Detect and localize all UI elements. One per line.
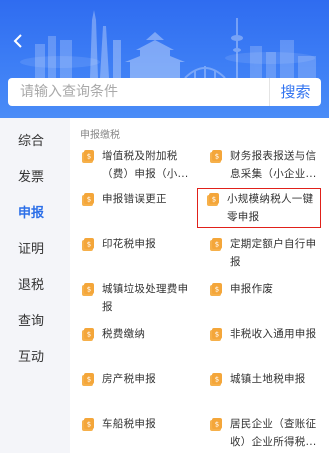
svg-text:$: $ bbox=[215, 241, 219, 249]
svg-text:$: $ bbox=[215, 153, 219, 161]
search-button[interactable]: 搜索 bbox=[269, 78, 321, 106]
service-vat-declaration[interactable]: $ 增值税及附加税（费）申报（小... bbox=[73, 146, 197, 186]
service-label: 定期定额户自行申报 bbox=[230, 238, 317, 268]
sidebar-item-declaration[interactable]: 申报 bbox=[0, 196, 60, 232]
tax-doc-icon: $ bbox=[82, 418, 94, 431]
service-financial-report[interactable]: $ 财务报表报送与信息采集（小企业... bbox=[201, 146, 325, 186]
service-label: 税费缴纳 bbox=[102, 328, 146, 340]
tax-doc-icon: $ bbox=[210, 150, 222, 163]
service-vehicle-tax[interactable]: $ 车船税申报 bbox=[73, 414, 197, 453]
service-void-declaration[interactable]: $ 申报作废 bbox=[201, 279, 325, 319]
sidebar-item-invoice[interactable]: 发票 bbox=[0, 160, 60, 196]
service-garbage-fee[interactable]: $ 城镇垃圾处理费申报 bbox=[73, 279, 197, 319]
service-property-tax[interactable]: $ 房产税申报 bbox=[73, 369, 197, 409]
service-panel: 申报缴税 $ 增值税及附加税（费）申报（小... $ 财务报表报送与信息采集（小… bbox=[70, 118, 329, 453]
svg-text:$: $ bbox=[87, 241, 91, 249]
section-title: 申报缴税 bbox=[80, 130, 120, 141]
service-correction[interactable]: $ 申报错误更正 bbox=[73, 189, 197, 229]
sidebar-item-interaction[interactable]: 互动 bbox=[0, 340, 60, 376]
tax-doc-icon: $ bbox=[82, 193, 94, 206]
chevron-left-icon bbox=[13, 34, 22, 48]
service-small-scale-zero-declaration[interactable]: $ 小规模纳税人一键零申报 bbox=[197, 188, 321, 228]
svg-text:$: $ bbox=[215, 331, 219, 339]
svg-text:$: $ bbox=[87, 421, 91, 429]
search-input[interactable] bbox=[8, 78, 269, 106]
service-land-tax[interactable]: $ 城镇土地税申报 bbox=[201, 369, 325, 409]
service-label: 小规模纳税人一键零申报 bbox=[227, 193, 314, 223]
svg-text:$: $ bbox=[87, 331, 91, 339]
service-label: 非税收入通用申报 bbox=[230, 328, 317, 340]
tax-doc-icon: $ bbox=[82, 373, 94, 386]
tax-doc-icon: $ bbox=[210, 418, 222, 431]
service-label: 增值税及附加税（费）申报（小... bbox=[102, 150, 189, 180]
service-corporate-income-tax[interactable]: $ 居民企业（查账征收）企业所得税... bbox=[201, 414, 325, 453]
tax-doc-icon: $ bbox=[82, 238, 94, 251]
service-label: 印花税申报 bbox=[102, 238, 156, 250]
svg-text:$: $ bbox=[215, 421, 219, 429]
svg-text:$: $ bbox=[87, 196, 91, 204]
tax-doc-icon: $ bbox=[82, 150, 94, 163]
svg-text:$: $ bbox=[215, 286, 219, 294]
service-tax-payment[interactable]: $ 税费缴纳 bbox=[73, 324, 197, 364]
tax-doc-icon: $ bbox=[210, 373, 222, 386]
service-label: 城镇垃圾处理费申报 bbox=[102, 283, 189, 313]
svg-text:$: $ bbox=[87, 376, 91, 384]
svg-text:$: $ bbox=[215, 376, 219, 384]
sidebar-item-comprehensive[interactable]: 综合 bbox=[0, 124, 60, 160]
service-label: 车船税申报 bbox=[102, 418, 156, 430]
category-sidebar: 综合 发票 申报 证明 退税 查询 互动 bbox=[0, 118, 60, 453]
service-label: 房产税申报 bbox=[102, 373, 156, 385]
tax-doc-icon: $ bbox=[210, 328, 222, 341]
svg-text:$: $ bbox=[87, 153, 91, 161]
search-bar: 搜索 bbox=[8, 78, 321, 106]
service-non-tax-revenue[interactable]: $ 非税收入通用申报 bbox=[201, 324, 325, 364]
tax-doc-icon: $ bbox=[82, 328, 94, 341]
tax-doc-icon: $ bbox=[210, 238, 222, 251]
service-label: 财务报表报送与信息采集（小企业... bbox=[230, 150, 317, 180]
service-label: 申报作废 bbox=[230, 283, 274, 295]
sidebar-item-refund[interactable]: 退税 bbox=[0, 268, 60, 304]
sidebar-item-query[interactable]: 查询 bbox=[0, 304, 60, 340]
service-label: 城镇土地税申报 bbox=[230, 373, 306, 385]
tax-doc-icon: $ bbox=[210, 283, 222, 296]
svg-text:$: $ bbox=[212, 196, 216, 204]
service-label: 申报错误更正 bbox=[102, 193, 167, 205]
service-label: 居民企业（查账征收）企业所得税... bbox=[230, 418, 317, 448]
service-fixed-quota[interactable]: $ 定期定额户自行申报 bbox=[201, 234, 325, 274]
back-button[interactable] bbox=[8, 30, 28, 52]
tax-doc-icon: $ bbox=[207, 193, 219, 206]
service-stamp-duty[interactable]: $ 印花税申报 bbox=[73, 234, 197, 274]
sidebar-item-certificate[interactable]: 证明 bbox=[0, 232, 60, 268]
tax-doc-icon: $ bbox=[82, 283, 94, 296]
header-banner: 搜索 bbox=[0, 0, 329, 118]
svg-text:$: $ bbox=[87, 286, 91, 294]
